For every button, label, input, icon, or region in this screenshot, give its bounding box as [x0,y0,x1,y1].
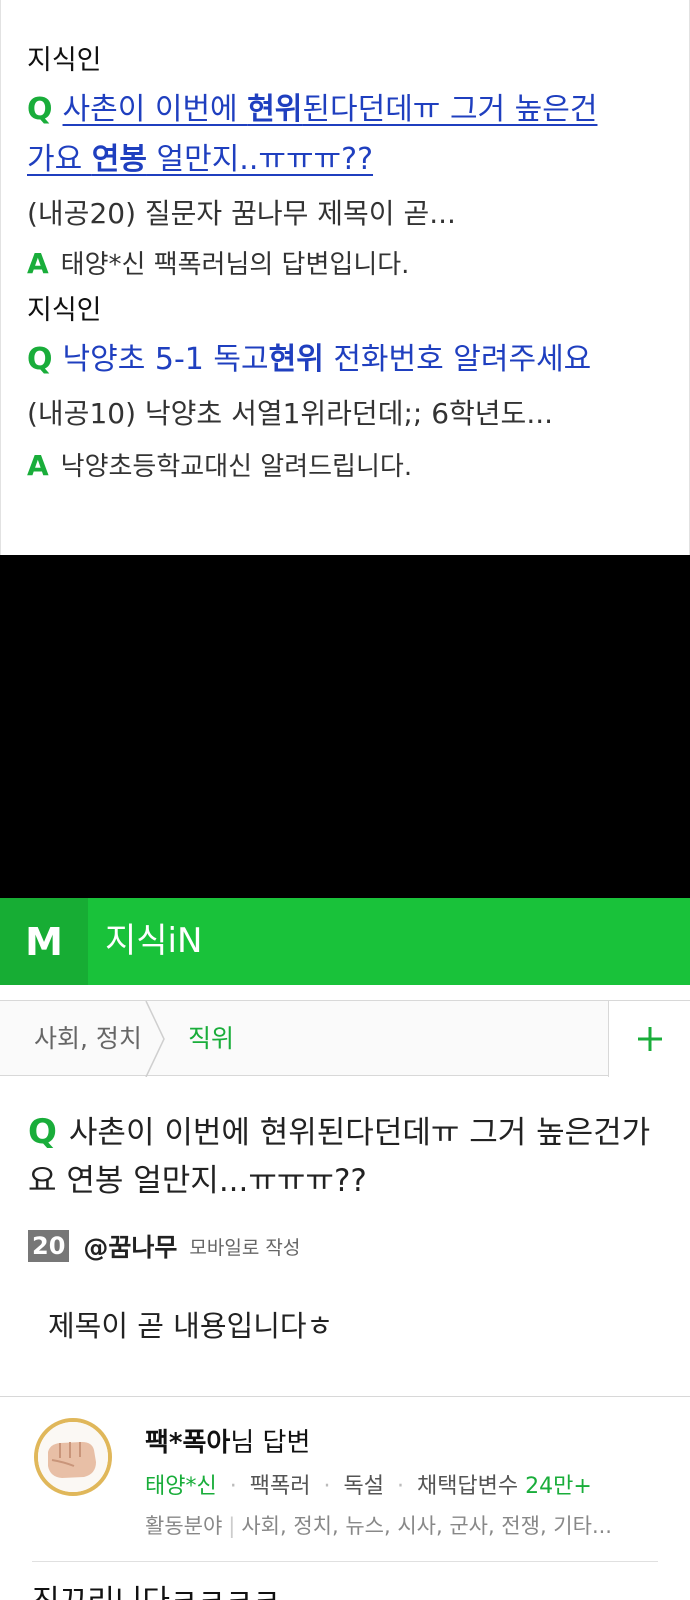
result-snippet: (내공20) 질문자 꿈나무 제목이 곧... [27,197,456,230]
question-body: 제목이 곧 내용입니다ㅎ [48,1309,334,1343]
adopt-label: 채택답변수 [416,1474,519,1499]
question-mark-icon: Q [27,342,53,377]
question-title: Q 사촌이 이번에 현위된다던데ㅠ 그거 높은건가요 연봉 얼만지...ㅠㅠㅠ?? [28,1112,651,1199]
bounty-badge: 20 [28,1230,70,1262]
result-title-link[interactable]: Q 사촌이 이번에 현위된다던데ㅠ 그거 높은건 [27,86,597,134]
add-button[interactable] [608,1001,690,1077]
question-mark-icon: Q [28,1112,57,1152]
logo[interactable]: M [0,898,88,985]
question-mark-icon: Q [27,92,53,127]
result-snippet: (내공10) 낙양초 서열1위라던데;; 6학년도... [27,397,554,430]
answerer-level: 태양*신 [145,1474,217,1499]
answerer-name[interactable]: 팩*폭아 [145,1428,230,1458]
author-name[interactable]: @꿈나무 [83,1228,177,1264]
answerer-tag: 팩폭러 [249,1474,311,1499]
answerer-meta: 태양*신 · 팩폭러 · 독설 · 채택답변수 24만+ [145,1474,592,1499]
fist-icon [38,1422,108,1492]
author-note: 모바일로 작성 [189,1236,301,1259]
app-header: M 지식iN [0,898,690,985]
answer-mark-icon: A [27,449,49,482]
chevron-right-icon [145,1001,165,1077]
black-band [0,555,690,898]
adopt-count: 24만+ [525,1474,592,1499]
answer-body: 진끄리니다ㅋㅋㅋㅋ [32,1576,280,1600]
answer-mark-icon: A [27,247,49,280]
source-label: 지식인 [27,45,102,76]
answerer-fields: 활동분야 | 사회, 정치, 뉴스, 시사, 군사, 전쟁, 기타... [145,1514,612,1538]
answerer-tag: 독설 [343,1474,384,1499]
result-title-link[interactable]: Q 낙양초 5-1 독고현위 전화번호 알려주세요 [27,336,591,384]
plus-icon [637,1027,662,1051]
source-label: 지식인 [27,295,102,326]
result-answer-line: A 낙양초등학교대신 알려드립니다. [27,449,413,482]
answerer-title: 팩*폭아님 답변 [145,1428,311,1458]
search-results-panel: 지식인 Q 사촌이 이번에 현위된다던데ㅠ 그거 높은건 가요 연봉 얼만지..ㅠ… [0,0,690,555]
breadcrumb: 사회, 정치 직위 [0,1000,690,1077]
divider [0,1396,690,1397]
divider [32,1561,658,1562]
breadcrumb-subcategory[interactable]: 직위 [188,1001,234,1077]
result-answer-line: A 태양*신 팩폭러님의 답변입니다. [27,247,410,280]
asker-info: 20 @꿈나무 모바일로 작성 [28,1228,300,1264]
fist-avatar[interactable] [34,1418,112,1496]
result-title-link-line2[interactable]: 가요 연봉 얼만지..ㅠㅠㅠ?? [27,136,373,184]
breadcrumb-category[interactable]: 사회, 정치 [34,1001,142,1077]
app-title[interactable]: 지식iN [105,898,202,985]
